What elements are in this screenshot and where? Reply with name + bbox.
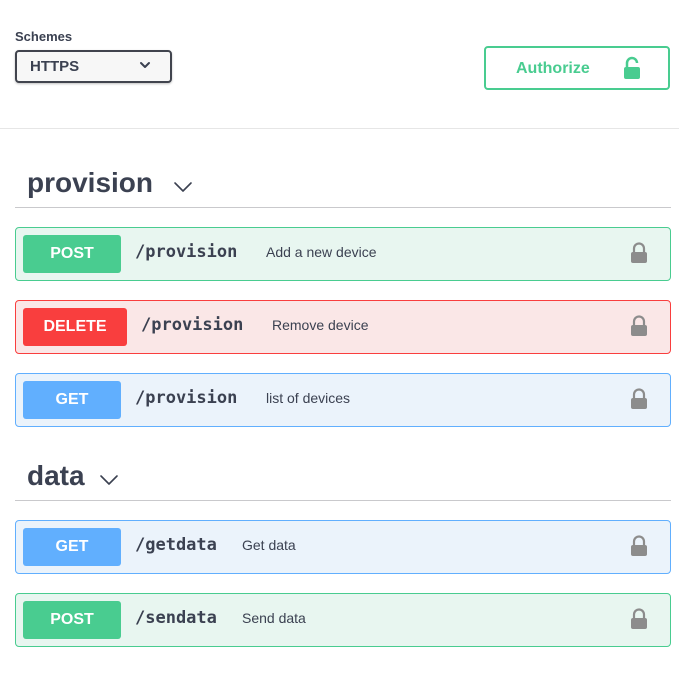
method-badge: GET (23, 528, 121, 566)
chevron-down-icon (100, 475, 118, 485)
method-badge: POST (23, 601, 121, 639)
lock-icon[interactable] (630, 608, 648, 630)
operation-summary: list of devices (266, 390, 351, 406)
tag-header-data[interactable]: data (15, 455, 671, 501)
operation-path: /provision (135, 388, 238, 408)
chevron-down-icon (174, 182, 192, 192)
lock-icon[interactable] (630, 388, 648, 410)
lock-icon[interactable] (630, 535, 648, 557)
operation-summary: Send data (242, 610, 306, 626)
operation-post-sendata[interactable]: POST /sendata Send data (15, 593, 671, 647)
schemes-select[interactable]: HTTPS (15, 50, 172, 83)
tag-title: data (27, 460, 85, 491)
operation-path: /provision (135, 242, 238, 262)
operation-summary: Remove device (272, 317, 369, 333)
schemes-bar: Schemes HTTPS Authorize (0, 0, 679, 129)
method-badge: DELETE (23, 308, 127, 346)
schemes-select-value: HTTPS (30, 58, 80, 75)
operation-summary: Get data (242, 537, 296, 553)
operation-get-getdata[interactable]: GET /getdata Get data (15, 520, 671, 574)
method-badge: POST (23, 235, 121, 273)
method-badge: GET (23, 381, 121, 419)
tag-header-provision[interactable]: provision (15, 162, 671, 208)
chevron-down-icon (140, 62, 150, 68)
authorize-button[interactable]: Authorize (484, 46, 670, 90)
tag-title: provision (27, 167, 154, 198)
authorize-label: Authorize (516, 60, 590, 77)
operation-get-provision[interactable]: GET /provision list of devices (15, 373, 671, 427)
lock-icon[interactable] (630, 315, 648, 337)
operation-post-provision[interactable]: POST /provision Add a new device (15, 227, 671, 281)
operation-summary: Add a new device (266, 244, 377, 260)
operation-delete-provision[interactable]: DELETE /provision Remove device (15, 300, 671, 354)
swagger-page: Schemes HTTPS Authorize provision POST /… (0, 0, 679, 679)
operation-path: /sendata (135, 608, 217, 628)
lock-open-icon (624, 56, 640, 79)
lock-icon[interactable] (630, 242, 648, 264)
schemes-title: Schemes (15, 29, 73, 44)
operation-path: /getdata (135, 535, 217, 555)
operation-path: /provision (141, 315, 244, 335)
